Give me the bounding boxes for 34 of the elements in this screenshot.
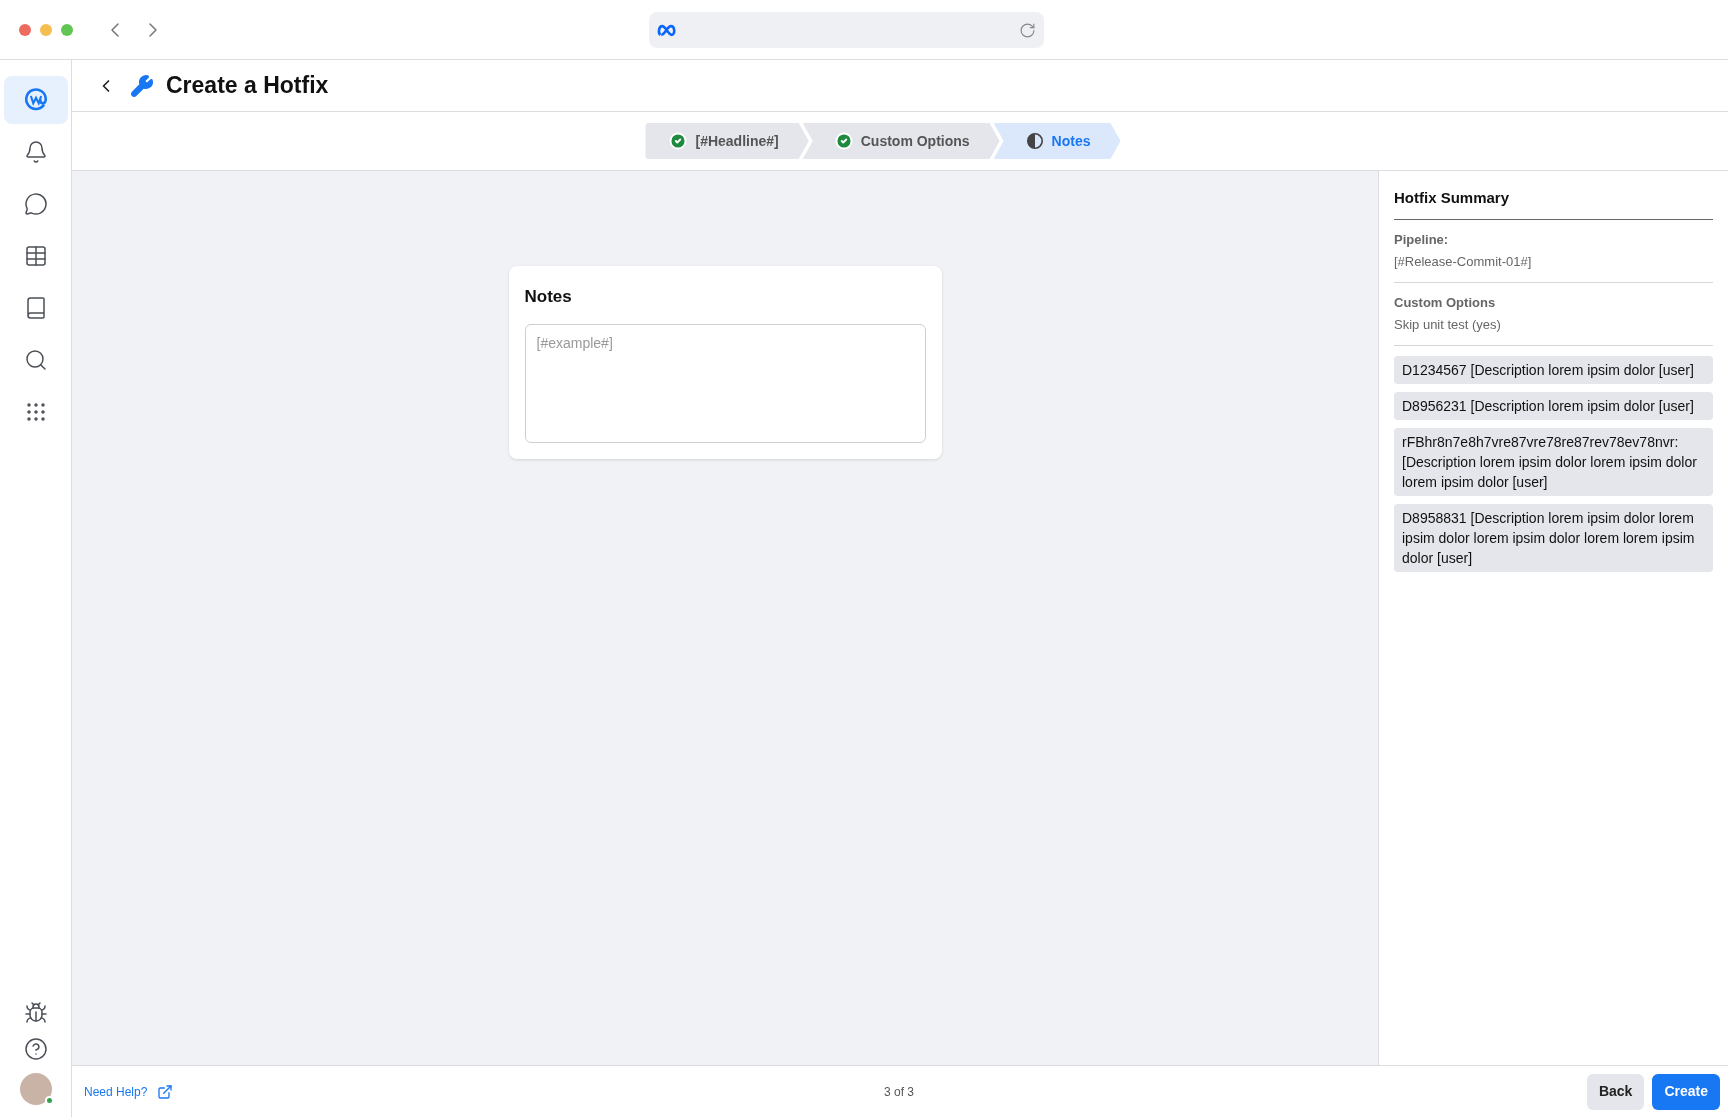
card-title: Notes: [524, 286, 573, 308]
summary-label: Pipeline:: [1394, 230, 1450, 249]
summary-value: Skip unit test (yes): [1394, 316, 1502, 334]
check-circle-icon: [834, 132, 853, 150]
diff-item: rFBhr8n7e8h7vre87vre78re87rev78ev78nvr: [Description lorem ipsim dolor lorem ipsim dolor lorem ipsim dolor [user]: [1394, 427, 1713, 496]
page-indicator: 3 of 3: [884, 1083, 915, 1101]
sidebar-item[interactable]: [3, 76, 68, 124]
reload-icon[interactable]: [1019, 21, 1036, 39]
create-button[interactable]: Create: [1652, 1073, 1720, 1110]
wrench-icon: [130, 73, 154, 98]
summary-value: [#Release-Commit-01#]: [1394, 253, 1533, 271]
diff-item: D8956231 [Description lorem ipsim dolor [user]: [1394, 391, 1713, 420]
diff-item: D1234567 [Description lorem ipsim dolor [user]: [1394, 355, 1713, 384]
bug-icon: [23, 1001, 48, 1025]
logo-icon: [22, 87, 49, 113]
diff-item: D8958831 [Description lorem ipsim dolor lorem ipsim dolor lorem ipsim dolor lorem lorem ipsim dolor [user]: [1394, 503, 1713, 572]
avatar[interactable]: [19, 1073, 52, 1105]
summary-label: Custom Options: [1394, 293, 1497, 312]
notes-input-field[interactable]: [#example#]: [524, 323, 926, 443]
need-help-link[interactable]: Need Help?: [84, 1082, 148, 1101]
back-button[interactable]: Back: [1586, 1073, 1645, 1110]
page-title: Create a Hotfix: [166, 71, 329, 101]
step-tab[interactable]: Notes: [993, 123, 1121, 159]
table-icon: [23, 244, 48, 268]
bell-icon: [23, 140, 48, 164]
step-tab[interactable]: Custom Options: [802, 123, 1000, 159]
check-circle-icon: [669, 132, 688, 150]
help-icon: [23, 1037, 48, 1061]
chat-bubble-icon: [23, 192, 48, 216]
external-link-icon[interactable]: [157, 1083, 174, 1100]
summary-title: Hotfix Summary: [1394, 187, 1713, 220]
step-tab[interactable]: [#Headline#]: [645, 123, 809, 159]
half-circle-icon: [1025, 132, 1044, 150]
search-icon: [23, 348, 48, 372]
